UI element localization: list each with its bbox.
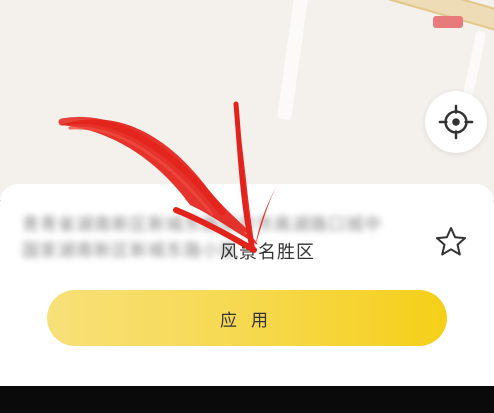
address-line: 青青省湖南新区新城东路南京市高湖路口城中 bbox=[22, 215, 382, 235]
system-nav-bar bbox=[0, 386, 494, 413]
location-picker-screen: 青青省湖南新区新城东路南京市高湖路口城中 国家湖南新区新城东路小区 风景名胜区 … bbox=[0, 0, 494, 413]
star-outline-icon[interactable] bbox=[433, 224, 469, 260]
map-main-road bbox=[360, 0, 494, 40]
map-road bbox=[277, 0, 309, 121]
locate-me-button[interactable] bbox=[425, 91, 487, 153]
location-bottom-sheet: 青青省湖南新区新城东路南京市高湖路口城中 国家湖南新区新城东路小区 风景名胜区 … bbox=[0, 184, 494, 386]
crosshair-icon bbox=[438, 104, 474, 140]
map-view[interactable] bbox=[0, 0, 494, 200]
apply-button[interactable]: 应用 bbox=[47, 290, 447, 346]
place-name: 风景名胜区 bbox=[220, 242, 315, 263]
map-poi-marker bbox=[433, 16, 463, 28]
